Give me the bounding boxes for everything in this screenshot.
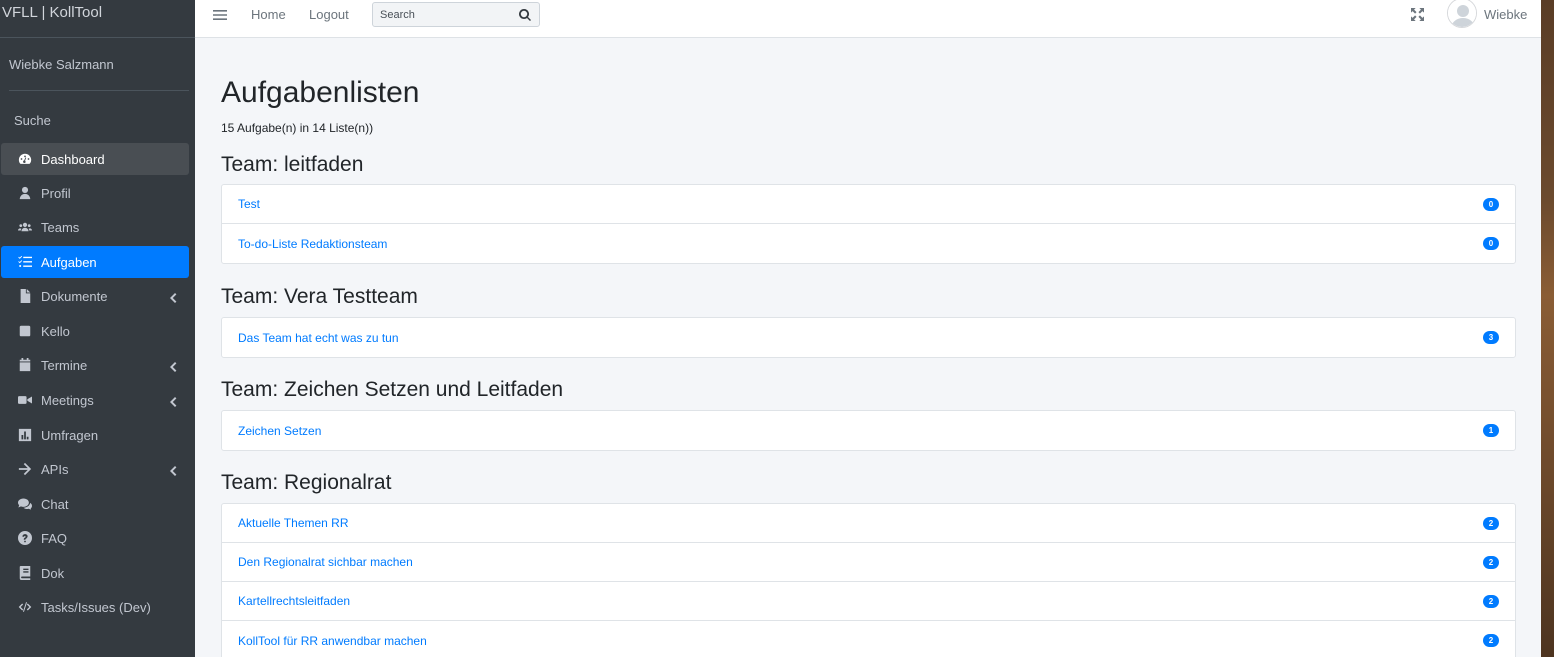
menu-toggle-icon[interactable]	[213, 8, 227, 22]
sidebar-item-label: Termine	[41, 357, 88, 373]
chevron-left-icon	[169, 291, 177, 303]
task-list-item[interactable]: Aktuelle Themen RR 2	[222, 504, 1515, 543]
sidebar-item-kello[interactable]: Kello	[1, 315, 189, 347]
background-strip	[1541, 0, 1554, 657]
user-icon	[16, 185, 34, 201]
top-navbar: Home Logout Wiebke	[195, 0, 1541, 38]
task-list-link[interactable]: Test	[238, 197, 260, 211]
task-list-link[interactable]: Zeichen Setzen	[238, 424, 321, 438]
sidebar-item-dok[interactable]: Dok	[1, 557, 189, 589]
task-list-item[interactable]: To-do-Liste Redaktionsteam 0	[222, 224, 1515, 263]
task-list-group: Zeichen Setzen 1	[221, 410, 1516, 451]
sidebar-item-label: Aufgaben	[41, 254, 97, 270]
sidebar-item-label: Dokumente	[41, 288, 108, 304]
sidebar-item-faq[interactable]: FAQ	[1, 522, 189, 554]
user-panel: Wiebke Salzmann	[9, 38, 189, 91]
task-list-link[interactable]: Aktuelle Themen RR	[238, 516, 349, 530]
sidebar-item-label: Dashboard	[41, 151, 105, 167]
task-list-group: Das Team hat echt was zu tun 3	[221, 317, 1516, 358]
sidebar-item-label: Umfragen	[41, 427, 99, 443]
sidebar-item-label: Teams	[41, 219, 80, 235]
question-circle-icon	[16, 530, 34, 546]
avatar[interactable]	[1447, 0, 1477, 28]
sidebar-item-dokumente[interactable]: Dokumente	[1, 280, 189, 312]
team-title: Team: Zeichen Setzen und Leitfaden	[221, 378, 564, 401]
task-count-badge: 2	[1483, 517, 1499, 530]
team-title: Team: leitfaden	[221, 153, 364, 176]
main-content: Aufgabenlisten 15 Aufgabe(n) in 14 Liste…	[195, 38, 1541, 657]
user-panel-name[interactable]: Wiebke Salzmann	[9, 57, 114, 72]
file-icon	[16, 288, 34, 304]
chevron-left-icon	[169, 360, 177, 372]
task-count-badge: 3	[1483, 331, 1499, 344]
task-list-group: Aktuelle Themen RR 2 Den Regionalrat sic…	[221, 503, 1516, 657]
page-title: Aufgabenlisten	[221, 76, 420, 109]
task-list-link[interactable]: Den Regionalrat sichbar machen	[238, 555, 413, 569]
task-count-badge: 0	[1483, 198, 1499, 211]
nav-link-logout[interactable]: Logout	[309, 7, 349, 22]
task-count-badge: 2	[1483, 595, 1499, 608]
sidebar-item-aufgaben[interactable]: Aufgaben	[1, 246, 189, 278]
task-list-item[interactable]: Zeichen Setzen 1	[222, 411, 1515, 450]
sidebar-item-label: Tasks/Issues (Dev)	[41, 599, 151, 615]
sidebar-item-teams[interactable]: Teams	[1, 211, 189, 243]
sidebar-item-label: FAQ	[41, 530, 68, 546]
search-input[interactable]	[373, 3, 513, 26]
code-icon	[16, 599, 34, 615]
sidebar-item-umfragen[interactable]: Umfragen	[1, 419, 189, 451]
search-form	[372, 2, 540, 27]
task-list-group: Test 0 To-do-Liste Redaktionsteam 0	[221, 184, 1516, 264]
square-icon	[16, 323, 34, 339]
search-icon[interactable]	[519, 8, 531, 21]
task-count-badge: 2	[1483, 556, 1499, 569]
sidebar-item-label: Meetings	[41, 392, 94, 408]
task-count-badge: 0	[1483, 237, 1499, 250]
calendar-icon	[16, 357, 34, 373]
chevron-left-icon	[169, 464, 177, 476]
sidebar-item-label: Kello	[41, 323, 70, 339]
poll-icon	[16, 427, 34, 443]
task-list-item[interactable]: Das Team hat echt was zu tun 3	[222, 318, 1515, 357]
sidebar-item-label: Chat	[41, 496, 69, 512]
brand-link[interactable]: VFLL | KollTool	[0, 0, 195, 38]
fullscreen-icon[interactable]	[1411, 8, 1424, 21]
sidebar-item-chat[interactable]: Chat	[1, 488, 189, 520]
sidebar-item-label: Profil	[41, 185, 71, 201]
team-title: Team: Vera Testteam	[221, 285, 418, 308]
sidebar-item-label: Dok	[41, 565, 65, 581]
task-list-item[interactable]: KollTool für RR anwendbar machen 2	[222, 621, 1515, 657]
user-menu-name[interactable]: Wiebke	[1484, 7, 1527, 22]
users-icon	[16, 219, 34, 235]
task-list-link[interactable]: To-do-Liste Redaktionsteam	[238, 237, 387, 251]
tasks-icon	[16, 254, 34, 270]
task-list-item[interactable]: Den Regionalrat sichbar machen 2	[222, 543, 1515, 582]
arrow-right-icon	[16, 461, 34, 477]
sidebar-item-tasks-issues[interactable]: Tasks/Issues (Dev)	[1, 591, 189, 623]
book-icon	[16, 565, 34, 581]
sidebar-item-profil[interactable]: Profil	[1, 177, 189, 209]
sidebar: VFLL | KollTool Wiebke Salzmann Suche Da…	[0, 0, 195, 657]
task-count-badge: 2	[1483, 634, 1499, 647]
comments-icon	[16, 496, 34, 512]
sidebar-item-meetings[interactable]: Meetings	[1, 384, 189, 416]
task-list-item[interactable]: Kartellrechtsleitfaden 2	[222, 582, 1515, 621]
sidebar-search[interactable]: Suche	[0, 91, 195, 128]
task-list-link[interactable]: Kartellrechtsleitfaden	[238, 594, 350, 608]
task-list-link[interactable]: Das Team hat echt was zu tun	[238, 331, 399, 345]
sidebar-item-termine[interactable]: Termine	[1, 349, 189, 381]
task-count-badge: 1	[1483, 424, 1499, 437]
sidebar-item-apis[interactable]: APIs	[1, 453, 189, 485]
tachometer-icon	[16, 151, 34, 167]
chevron-left-icon	[169, 395, 177, 407]
sidebar-item-label: APIs	[41, 461, 69, 477]
sidebar-item-dashboard[interactable]: Dashboard	[1, 143, 189, 175]
nav-link-home[interactable]: Home	[251, 7, 286, 22]
task-list-link[interactable]: KollTool für RR anwendbar machen	[238, 634, 427, 648]
task-summary: 15 Aufgabe(n) in 14 Liste(n))	[221, 121, 374, 135]
video-icon	[16, 392, 34, 408]
team-title: Team: Regionalrat	[221, 471, 392, 494]
task-list-item[interactable]: Test 0	[222, 185, 1515, 224]
